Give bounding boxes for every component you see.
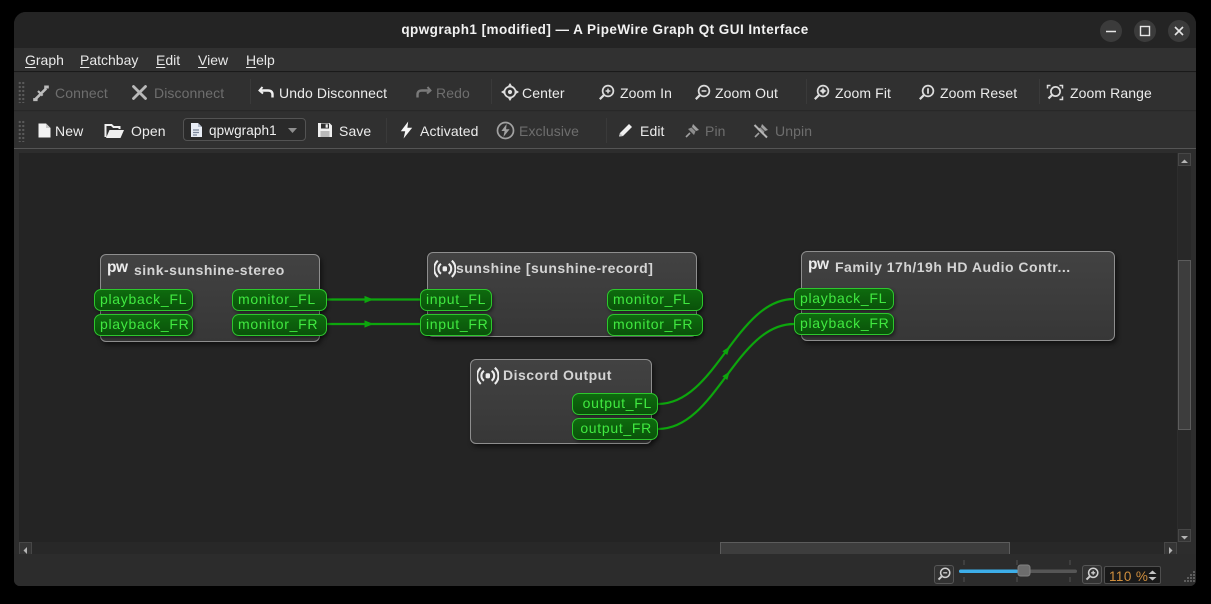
svg-text:pw: pw [808, 256, 830, 273]
svg-text:pw: pw [107, 259, 129, 276]
